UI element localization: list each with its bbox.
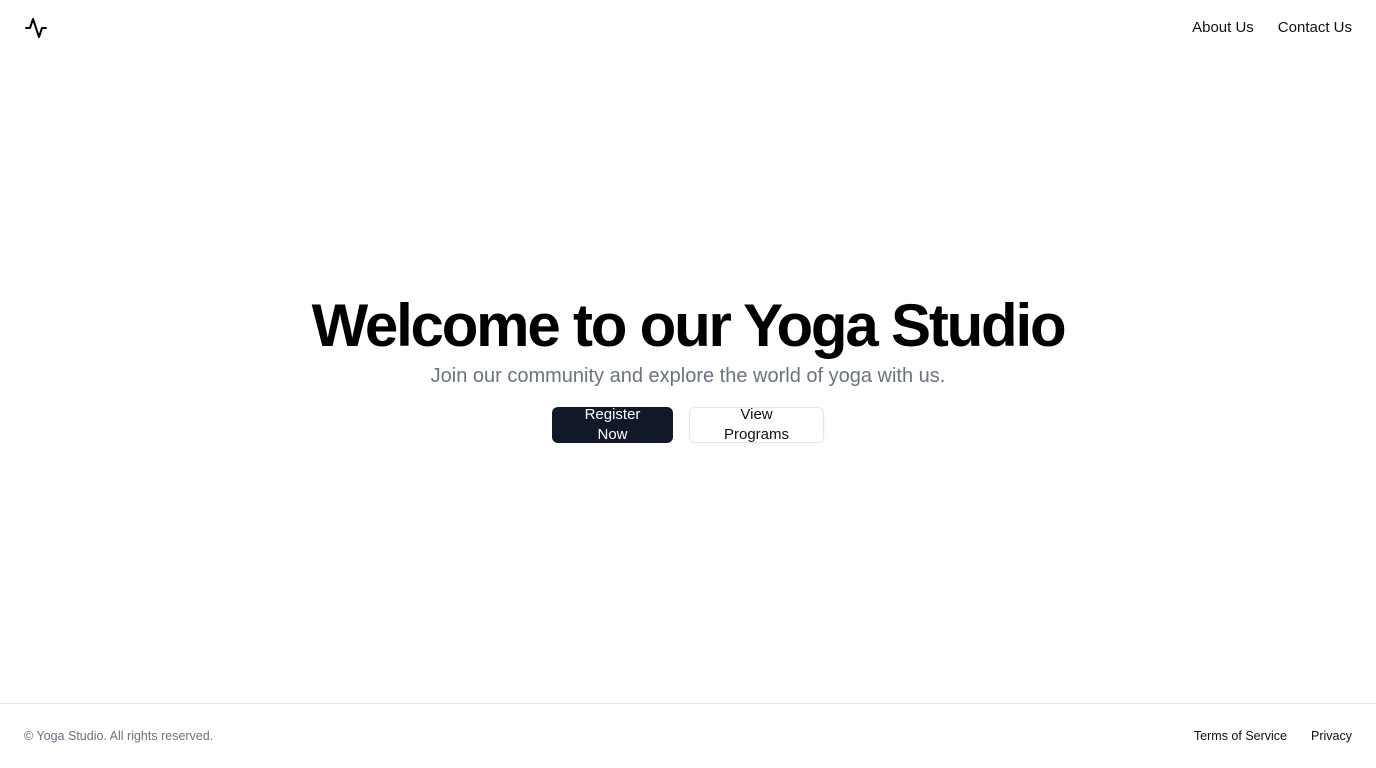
- footer-links: Terms of Service Privacy: [1194, 729, 1352, 743]
- register-now-button[interactable]: Register Now: [552, 406, 673, 443]
- hero-title: Welcome to our Yoga Studio: [311, 291, 1067, 359]
- view-programs-button[interactable]: View Programs: [689, 406, 824, 443]
- activity-pulse-icon: [24, 16, 48, 40]
- footer: © Yoga Studio. All rights reserved. Term…: [0, 703, 1376, 768]
- page: About Us Contact Us Welcome to our Yoga …: [0, 0, 1376, 768]
- footer-link-privacy[interactable]: Privacy: [1311, 729, 1352, 743]
- footer-link-terms[interactable]: Terms of Service: [1194, 729, 1287, 743]
- main-nav: About Us Contact Us: [1192, 18, 1352, 38]
- copyright-text: © Yoga Studio. All rights reserved.: [24, 729, 214, 743]
- nav-link-about-us[interactable]: About Us: [1192, 18, 1254, 38]
- home-logo-link[interactable]: [24, 16, 48, 40]
- hero-section: Welcome to our Yoga Studio Join our comm…: [0, 56, 1376, 703]
- nav-link-contact-us[interactable]: Contact Us: [1278, 18, 1352, 38]
- top-bar: About Us Contact Us: [0, 0, 1376, 56]
- hero-actions: Register Now View Programs: [552, 406, 824, 443]
- hero-subtitle: Join our community and explore the world…: [430, 364, 946, 387]
